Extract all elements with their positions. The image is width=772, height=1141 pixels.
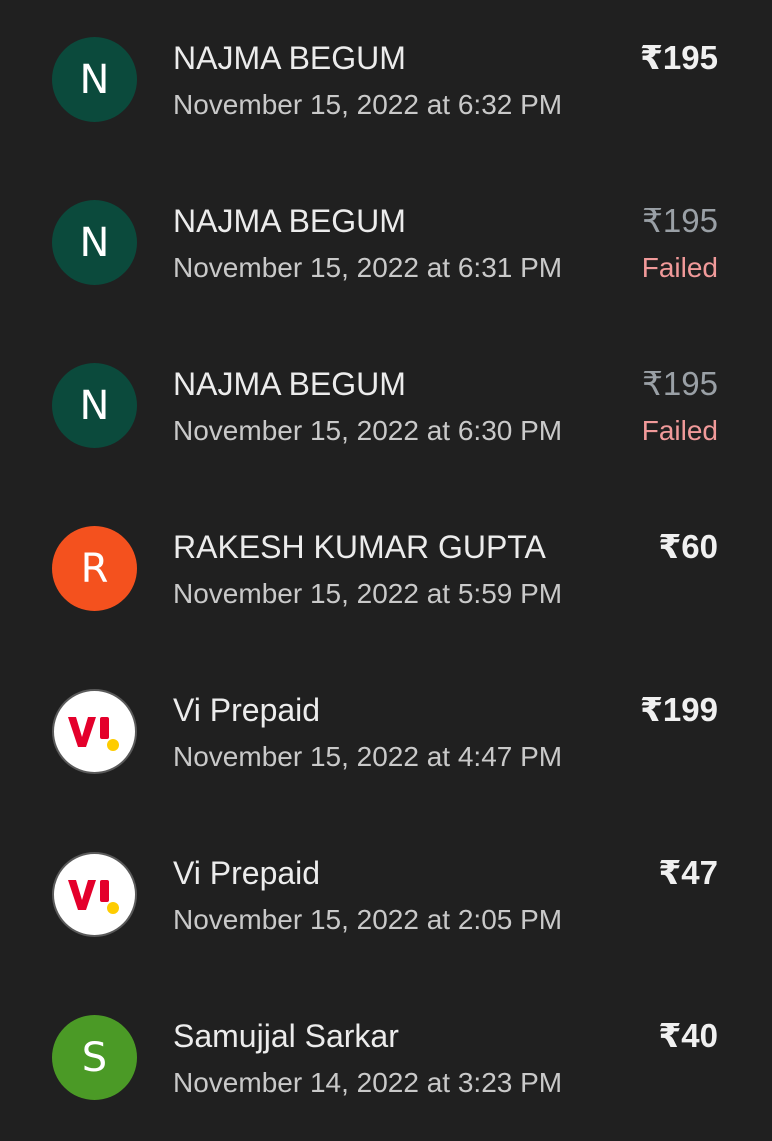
payee-name: NAJMA BEGUM [173, 40, 406, 76]
transaction-amount: ₹47 [658, 854, 718, 891]
payee-name: NAJMA BEGUM [173, 366, 406, 402]
transaction-datetime: November 15, 2022 at 6:31 PM [173, 252, 563, 283]
transaction-amount: ₹199 [639, 691, 718, 728]
transaction-datetime: November 15, 2022 at 6:30 PM [173, 415, 563, 446]
transaction-datetime: November 15, 2022 at 5:59 PM [173, 578, 563, 609]
transaction-row[interactable]: N NAJMA BEGUM November 15, 2022 at 6:32 … [0, 0, 772, 163]
transaction-amount: ₹195 [641, 202, 718, 239]
transaction-list: N NAJMA BEGUM November 15, 2022 at 6:32 … [0, 0, 772, 1137]
transaction-amount: ₹195 [641, 365, 718, 402]
payee-name: Vi Prepaid [173, 692, 321, 728]
transaction-datetime: November 15, 2022 at 6:32 PM [173, 89, 563, 120]
vi-logo-icon [67, 879, 119, 914]
transaction-row[interactable]: N NAJMA BEGUM November 15, 2022 at 6:31 … [0, 163, 772, 326]
avatar: R [52, 526, 137, 611]
payee-name: Samujjal Sarkar [173, 1018, 399, 1054]
transaction-row[interactable]: S Samujjal Sarkar November 14, 2022 at 3… [0, 978, 772, 1141]
transaction-amount: ₹195 [639, 39, 718, 76]
payee-name: Vi Prepaid [173, 855, 321, 891]
transaction-row[interactable]: N NAJMA BEGUM November 15, 2022 at 6:30 … [0, 326, 772, 489]
transaction-row[interactable]: Vi Prepaid November 15, 2022 at 2:05 PM … [0, 815, 772, 978]
transaction-datetime: November 15, 2022 at 4:47 PM [173, 741, 563, 772]
avatar: N [52, 363, 137, 448]
avatar: N [52, 37, 137, 122]
avatar: N [52, 200, 137, 285]
status-failed: Failed [641, 415, 718, 446]
transaction-datetime: November 14, 2022 at 3:23 PM [173, 1067, 563, 1098]
avatar: S [52, 1015, 137, 1100]
status-failed: Failed [641, 252, 718, 283]
vi-logo-icon [67, 716, 119, 751]
vi-logo-icon [52, 852, 137, 937]
transaction-amount: ₹40 [658, 1017, 718, 1054]
transaction-datetime: November 15, 2022 at 2:05 PM [173, 904, 563, 935]
payee-name: NAJMA BEGUM [173, 203, 406, 239]
payee-name: RAKESH KUMAR GUPTA [173, 529, 546, 565]
vi-logo-icon [52, 689, 137, 774]
transaction-row[interactable]: R RAKESH KUMAR GUPTA November 15, 2022 a… [0, 489, 772, 652]
transaction-amount: ₹60 [658, 528, 718, 565]
transaction-row[interactable]: Vi Prepaid November 15, 2022 at 4:47 PM … [0, 652, 772, 815]
